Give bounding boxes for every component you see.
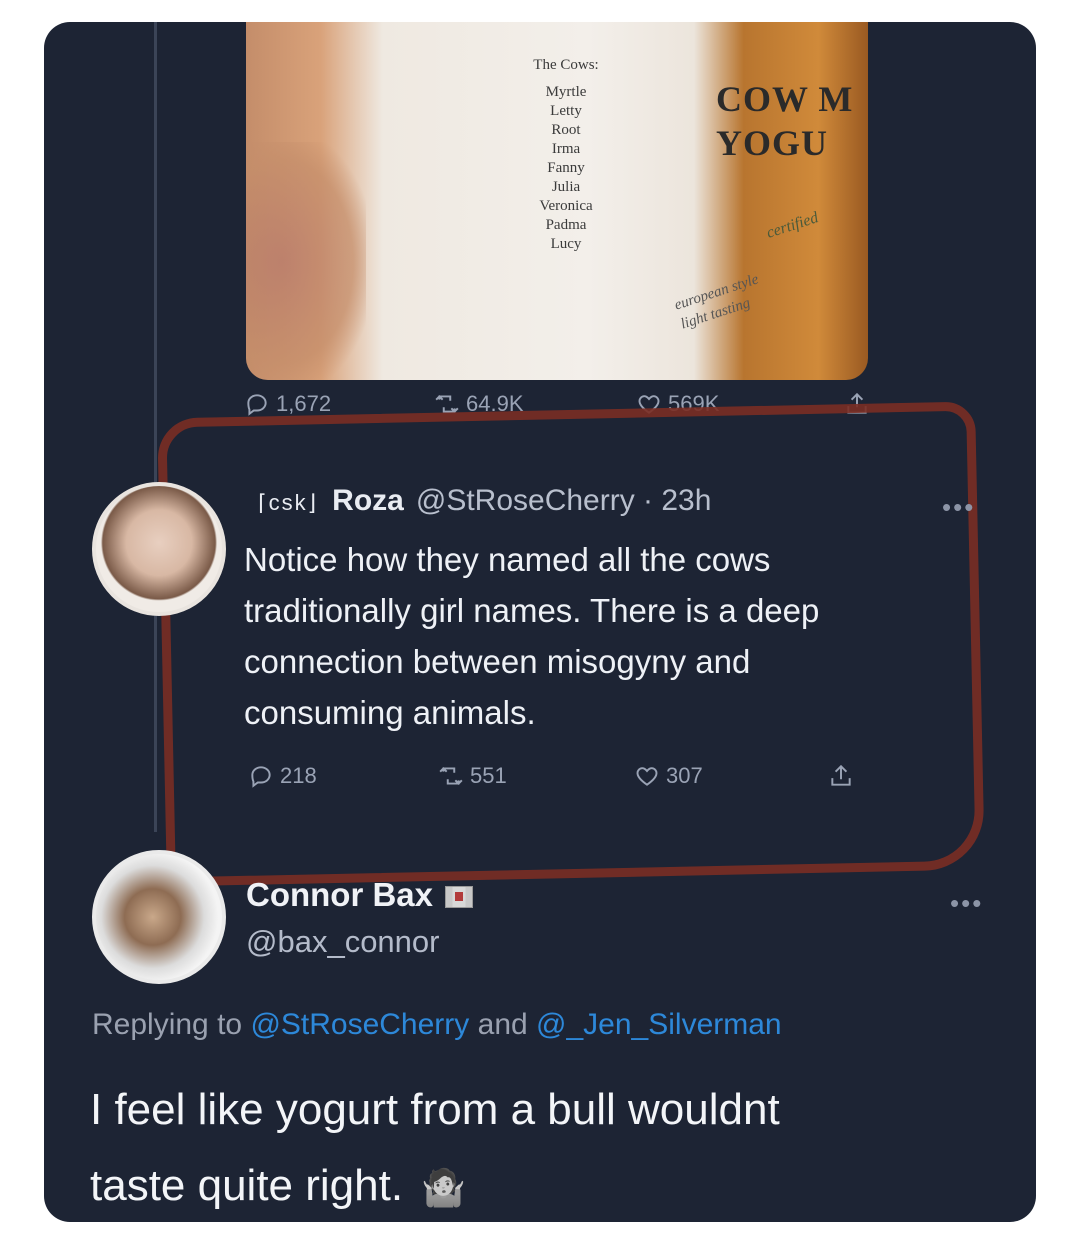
- avatar[interactable]: [92, 482, 226, 616]
- share-icon: [831, 764, 851, 786]
- display-name[interactable]: Connor Bax: [246, 876, 474, 914]
- share-action[interactable]: [828, 763, 854, 789]
- user-handle[interactable]: @bax_connor: [246, 924, 439, 960]
- reply-action[interactable]: 218: [248, 763, 317, 789]
- heart-icon: [636, 767, 658, 786]
- retweet-action[interactable]: 551: [438, 763, 507, 789]
- replying-to: Replying to @StRoseCherry and @_Jen_Silv…: [92, 1008, 782, 1041]
- roza-tweet-actions: 218 551 307: [248, 758, 888, 794]
- display-name[interactable]: Roza: [332, 484, 404, 517]
- like-action[interactable]: 307: [634, 763, 703, 789]
- mention-link[interactable]: @StRoseCherry: [250, 1008, 469, 1041]
- reply-icon: [251, 766, 271, 788]
- mention-link[interactable]: @_Jen_Silverman: [536, 1008, 782, 1041]
- shrug-emoji-icon: 🤷: [421, 1167, 467, 1209]
- name-badge: ⌈csk⌋: [258, 490, 319, 515]
- tweet-text: Notice how they named all the cows tradi…: [244, 541, 820, 731]
- reply-action[interactable]: 1,672: [244, 391, 331, 417]
- handle-time[interactable]: @StRoseCherry · 23h: [416, 484, 712, 517]
- tweet-photo[interactable]: The Cows: Myrtle Letty Root Irma Fanny J…: [246, 22, 868, 380]
- certified-label: certified: [764, 209, 821, 242]
- thread-line: [154, 22, 157, 832]
- screenshot-card: The Cows: Myrtle Letty Root Irma Fanny J…: [44, 22, 1036, 1222]
- more-options-icon[interactable]: •••: [942, 492, 975, 523]
- yogurt-brand: COW M YOGU: [716, 79, 854, 163]
- more-options-icon[interactable]: •••: [950, 888, 983, 919]
- tweet-header: ⌈csk⌋ Roza @StRoseCherry · 23h: [258, 484, 711, 518]
- reply-icon: [247, 394, 267, 416]
- reply-text: I feel like yogurt from a bull wouldnt t…: [90, 1072, 1010, 1222]
- avatar[interactable]: [92, 850, 226, 984]
- canada-flag-icon: [445, 886, 474, 909]
- style-label: european style light tasting: [672, 271, 761, 333]
- cow-names-label: The Cows: Myrtle Letty Root Irma Fanny J…: [533, 57, 599, 252]
- retweet-icon: [439, 767, 463, 785]
